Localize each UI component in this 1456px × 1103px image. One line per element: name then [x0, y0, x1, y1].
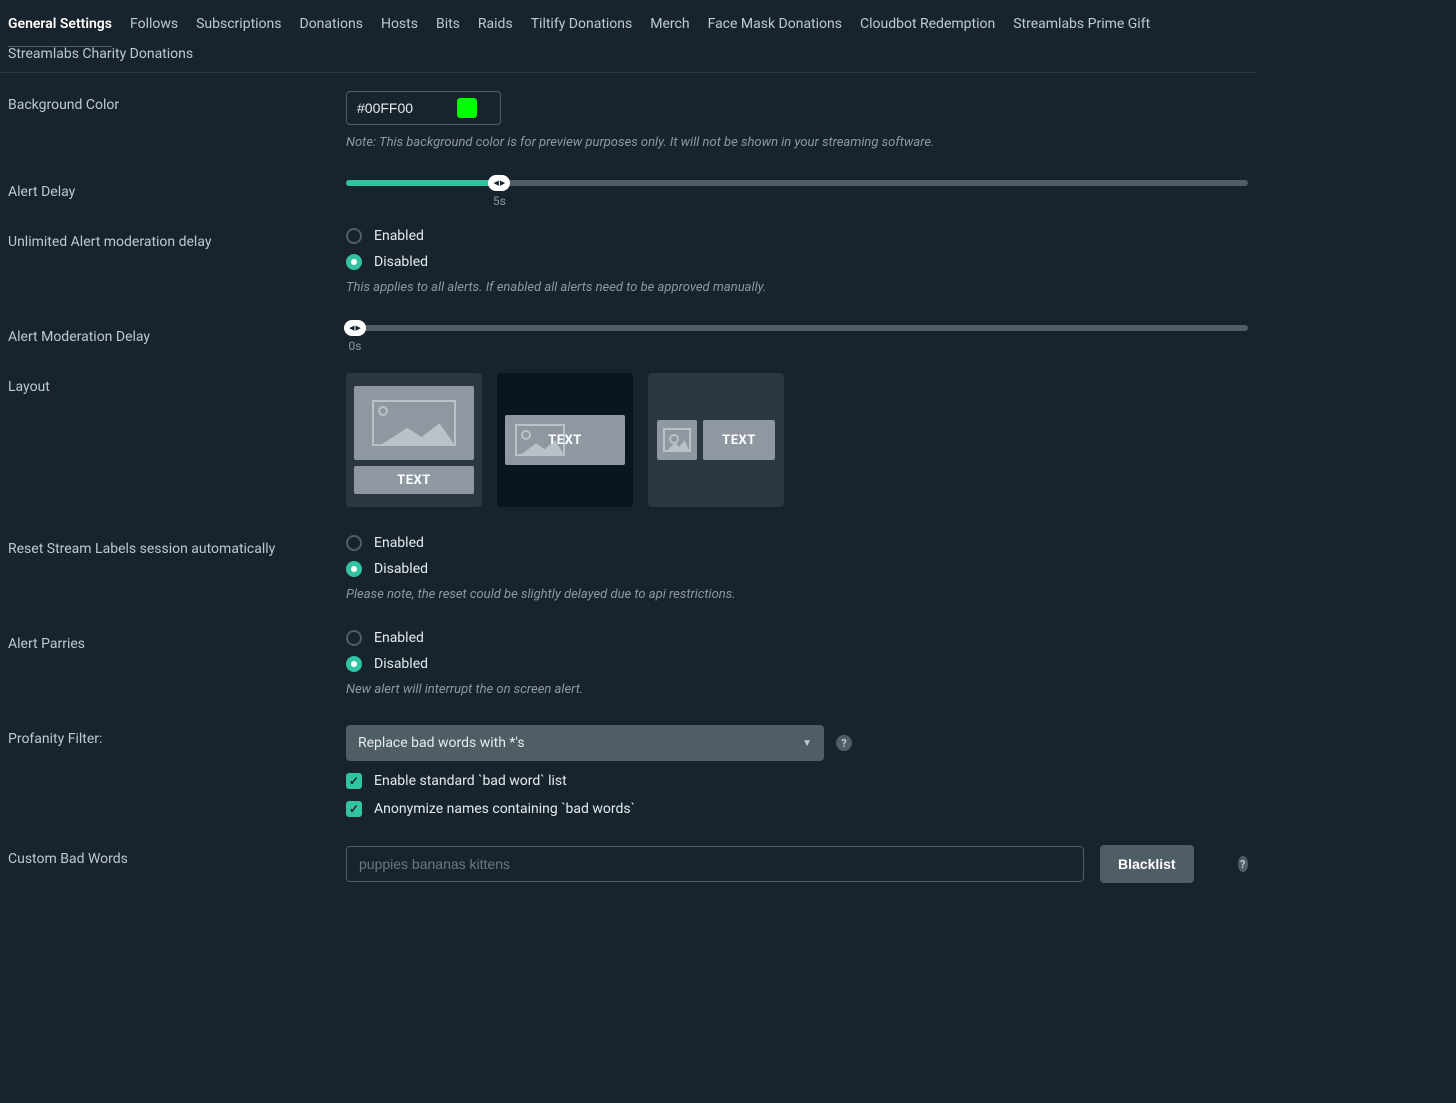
layout-option-side[interactable]: TEXT — [648, 373, 784, 507]
radio-label: Disabled — [374, 254, 428, 270]
blacklist-button[interactable]: Blacklist — [1100, 845, 1194, 883]
tab-raids[interactable]: Raids — [478, 8, 522, 46]
profanity-anonymize-checkbox[interactable]: ✓ Anonymize names containing `bad words` — [346, 801, 1248, 817]
custom-bad-words-input[interactable] — [346, 846, 1084, 882]
checkbox-label: Anonymize names containing `bad words` — [374, 801, 635, 817]
reset-labels-disabled-radio[interactable]: Disabled — [346, 561, 1248, 577]
reset-labels-note: Please note, the reset could be slightly… — [346, 587, 1248, 602]
background-color-input[interactable] — [346, 91, 501, 125]
slider-thumb-icon[interactable] — [344, 320, 366, 336]
layout-text-label: TEXT — [505, 415, 625, 465]
unlimited-mod-note: This applies to all alerts. If enabled a… — [346, 280, 1248, 295]
radio-label: Disabled — [374, 561, 428, 577]
layout-text-label: TEXT — [703, 420, 775, 460]
profanity-filter-select[interactable]: Replace bad words with *'s ▼ — [346, 725, 824, 761]
reset-labels-label: Reset Stream Labels session automaticall… — [8, 535, 346, 602]
slider-thumb-icon[interactable] — [488, 175, 510, 191]
alert-delay-value: 5s — [493, 194, 506, 208]
select-value: Replace bad words with *'s — [358, 735, 525, 751]
check-icon: ✓ — [346, 773, 362, 789]
tab-prime-gift[interactable]: Streamlabs Prime Gift — [1013, 8, 1159, 46]
alert-delay-slider[interactable]: 5s — [346, 178, 1248, 186]
tab-donations[interactable]: Donations — [300, 8, 372, 46]
alert-parries-label: Alert Parries — [8, 630, 346, 697]
profanity-standard-list-checkbox[interactable]: ✓ Enable standard `bad word` list — [346, 773, 1248, 789]
tab-merch[interactable]: Merch — [650, 8, 698, 46]
reset-labels-enabled-radio[interactable]: Enabled — [346, 535, 1248, 551]
layout-text-label: TEXT — [354, 466, 474, 494]
layout-label: Layout — [8, 373, 346, 507]
check-icon: ✓ — [346, 801, 362, 817]
alert-parries-disabled-radio[interactable]: Disabled — [346, 656, 1248, 672]
settings-panel: Background Color Note: This background c… — [0, 73, 1256, 923]
alert-mod-delay-label: Alert Moderation Delay — [8, 323, 346, 345]
tab-bits[interactable]: Bits — [436, 8, 469, 46]
alert-mod-delay-value: 0s — [349, 339, 362, 353]
chevron-down-icon: ▼ — [802, 738, 812, 749]
alert-delay-label: Alert Delay — [8, 178, 346, 200]
custom-bad-words-label: Custom Bad Words — [8, 845, 346, 883]
settings-tabs: General Settings Follows Subscriptions D… — [0, 0, 1256, 73]
background-color-label: Background Color — [8, 91, 346, 150]
tab-subscriptions[interactable]: Subscriptions — [196, 8, 290, 46]
help-icon[interactable]: ? — [836, 735, 852, 751]
unlimited-mod-enabled-radio[interactable]: Enabled — [346, 228, 1248, 244]
profanity-filter-label: Profanity Filter: — [8, 725, 346, 817]
radio-label: Enabled — [374, 535, 424, 551]
layout-option-overlay[interactable]: TEXT — [497, 373, 633, 507]
color-swatch[interactable] — [457, 98, 477, 118]
tab-tiltify[interactable]: Tiltify Donations — [531, 8, 642, 46]
radio-label: Disabled — [374, 656, 428, 672]
unlimited-mod-disabled-radio[interactable]: Disabled — [346, 254, 1248, 270]
background-color-text[interactable] — [357, 100, 457, 116]
radio-label: Enabled — [374, 228, 424, 244]
checkbox-label: Enable standard `bad word` list — [374, 773, 567, 789]
alert-parries-enabled-radio[interactable]: Enabled — [346, 630, 1248, 646]
help-icon[interactable]: ? — [1238, 856, 1248, 872]
tab-hosts[interactable]: Hosts — [381, 8, 427, 46]
alert-parries-note: New alert will interrupt the on screen a… — [346, 682, 1248, 697]
alert-mod-delay-slider[interactable]: 0s — [346, 323, 1248, 331]
background-color-note: Note: This background color is for previ… — [346, 135, 1248, 150]
tab-charity[interactable]: Streamlabs Charity Donations — [8, 46, 202, 72]
tab-facemask[interactable]: Face Mask Donations — [708, 8, 851, 46]
radio-label: Enabled — [374, 630, 424, 646]
layout-option-top[interactable]: TEXT — [346, 373, 482, 507]
tab-general-settings[interactable]: General Settings — [8, 8, 121, 46]
unlimited-mod-delay-label: Unlimited Alert moderation delay — [8, 228, 346, 295]
tab-cloudbot[interactable]: Cloudbot Redemption — [860, 8, 1004, 46]
tab-follows[interactable]: Follows — [130, 8, 187, 46]
